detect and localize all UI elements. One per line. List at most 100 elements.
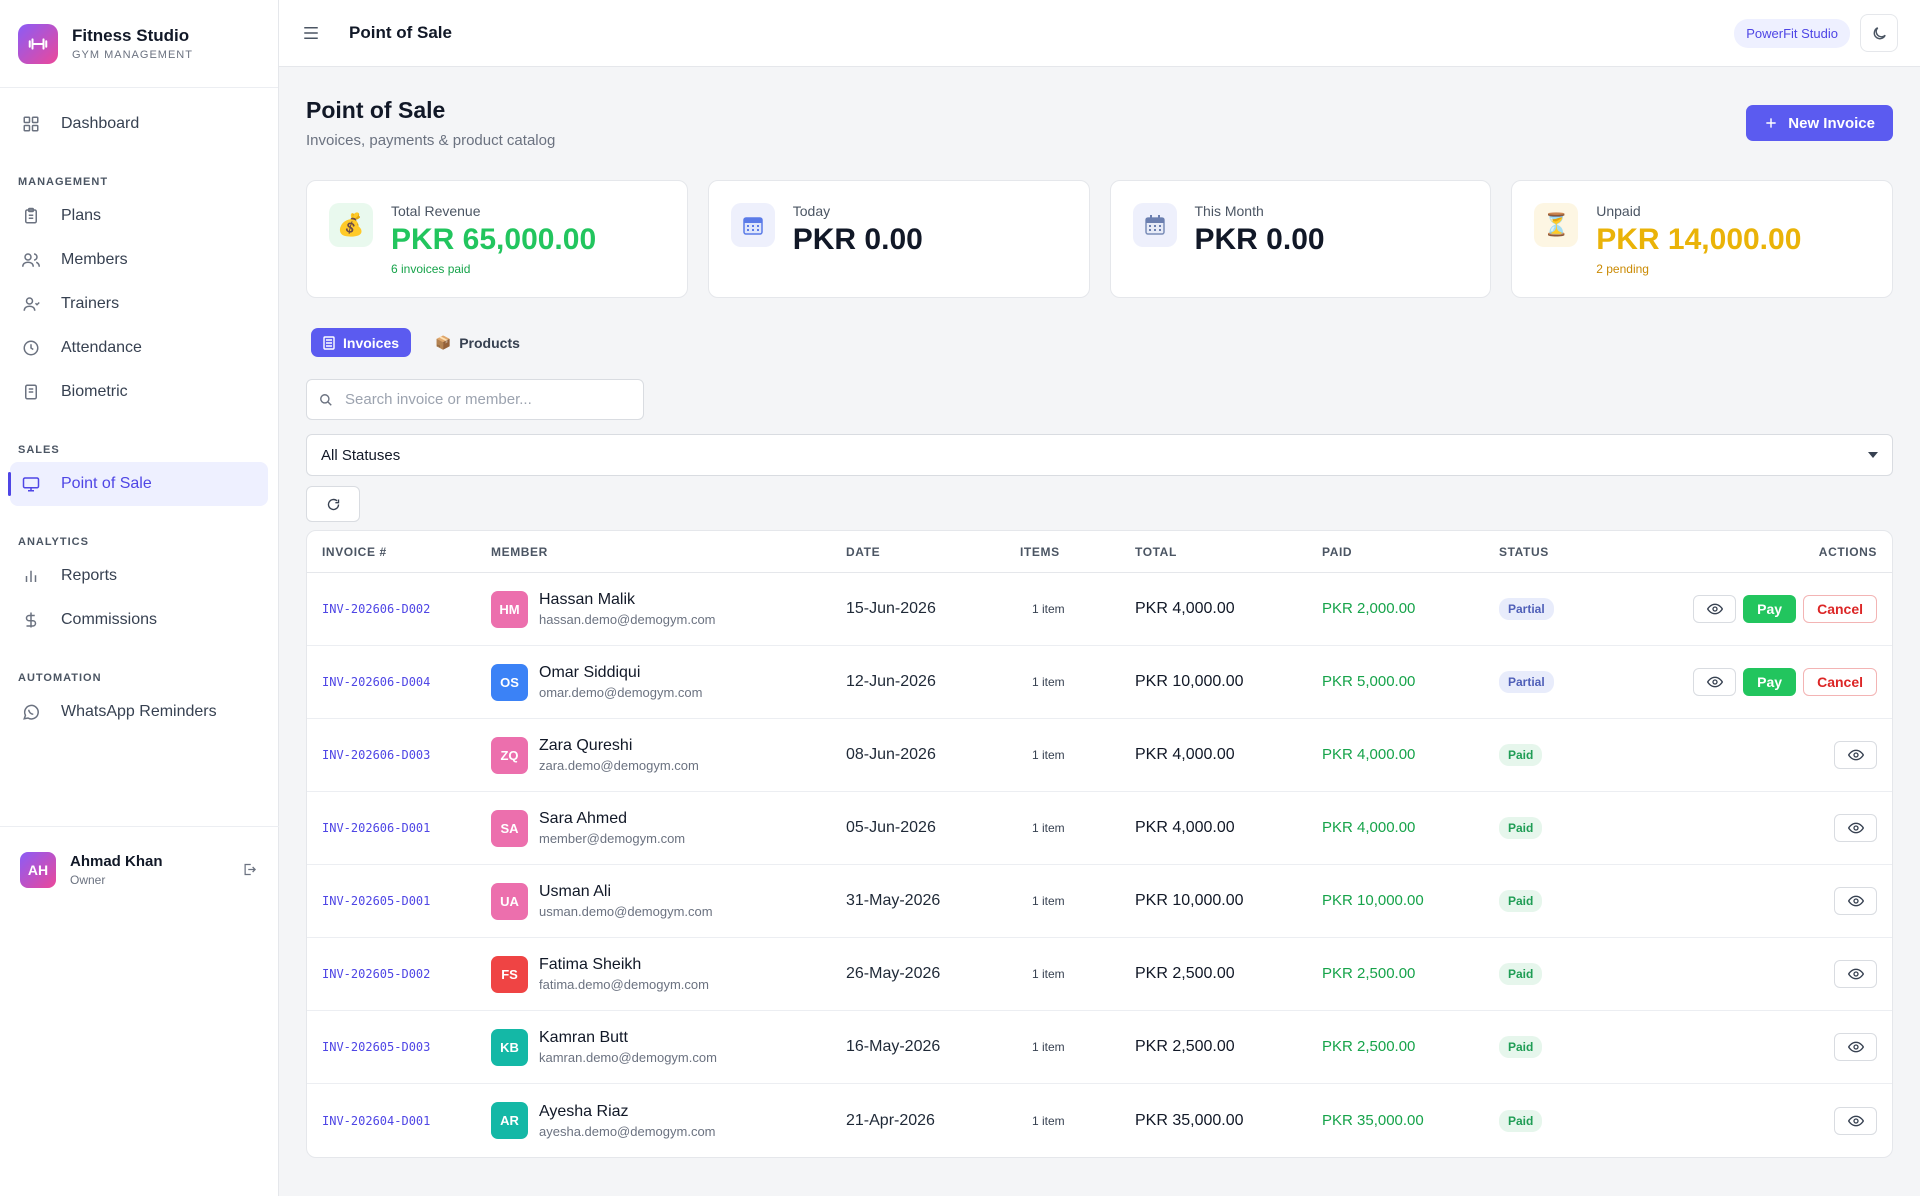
search-icon (319, 393, 333, 407)
sidebar-item-trainers[interactable]: Trainers (10, 282, 268, 326)
calendar-month-icon (1132, 203, 1177, 247)
invoice-total: PKR 4,000.00 (1135, 746, 1235, 763)
col-member: MEMBER (491, 544, 548, 559)
stat-note: 6 invoices paid (391, 262, 471, 276)
invoice-paid: PKR 2,500.00 (1322, 1038, 1416, 1055)
sidebar-item-attendance[interactable]: Attendance (10, 326, 268, 370)
user-profile[interactable]: AH Ahmad Khan Owner (0, 826, 279, 912)
search-input[interactable] (345, 391, 625, 408)
stat-label: Today (792, 203, 831, 219)
brand-subtitle: GYM MANAGEMENT (72, 49, 193, 61)
invoice-items: 1 item (1032, 1040, 1065, 1054)
view-button[interactable] (1834, 1033, 1877, 1061)
sidebar-item-pos[interactable]: Point of Sale (8, 462, 268, 506)
invoice-items: 1 item (1032, 602, 1065, 616)
menu-icon[interactable] (301, 23, 321, 43)
brand[interactable]: Fitness Studio GYM MANAGEMENT (0, 0, 278, 88)
invoice-paid: PKR 10,000.00 (1322, 892, 1424, 909)
view-button[interactable] (1693, 668, 1737, 696)
member-email: fatima.demo@demogym.com (539, 977, 709, 992)
invoice-link[interactable]: INV-202606-D003 (322, 748, 430, 762)
member-name: Hassan Malik (539, 591, 636, 608)
invoices-table: INVOICE # MEMBER DATE ITEMS TOTAL PAID S… (306, 530, 1893, 1158)
pay-button[interactable]: Pay (1743, 668, 1797, 696)
moon-icon (1871, 25, 1888, 42)
invoice-link[interactable]: INV-202605-D002 (322, 967, 430, 981)
member-avatar: OS (491, 663, 528, 701)
stat-note: 2 pending (1596, 262, 1649, 276)
sidebar-item-plans[interactable]: Plans (10, 194, 268, 238)
tab-invoices[interactable]: Invoices (311, 328, 412, 357)
eye-icon (1847, 822, 1864, 834)
cancel-button[interactable]: Cancel (1803, 595, 1877, 623)
col-actions: ACTIONS (1818, 544, 1877, 559)
sidebar-item-reports[interactable]: Reports (10, 554, 268, 598)
table-header: INVOICE # MEMBER DATE ITEMS TOTAL PAID S… (307, 531, 1892, 573)
plus-icon (1764, 116, 1778, 130)
refresh-icon (326, 497, 341, 512)
calendar-icon (730, 203, 775, 247)
invoice-date: 12-Jun-2026 (846, 673, 936, 690)
status-badge: Paid (1499, 1036, 1543, 1058)
eye-icon (1706, 676, 1723, 688)
main-content: Point of Sale Invoices, payments & produ… (306, 67, 1893, 1158)
dark-mode-toggle[interactable] (1860, 14, 1898, 52)
invoice-link[interactable]: INV-202605-D001 (322, 894, 430, 908)
invoice-paid: PKR 2,000.00 (1322, 600, 1416, 617)
view-button[interactable] (1834, 960, 1877, 988)
invoice-date: 08-Jun-2026 (846, 746, 936, 763)
invoice-link[interactable]: INV-202604-D001 (322, 1114, 430, 1128)
invoice-link[interactable]: INV-202605-D003 (322, 1040, 430, 1054)
new-invoice-label: New Invoice (1788, 114, 1875, 132)
invoice-paid: PKR 4,000.00 (1322, 746, 1416, 763)
member-avatar: HM (491, 590, 528, 628)
invoice-link[interactable]: INV-202606-D004 (322, 675, 430, 689)
stats-row: 💰 Total Revenue PKR 65,000.00 6 invoices… (306, 180, 1893, 298)
view-button[interactable] (1834, 814, 1877, 842)
invoice-items: 1 item (1032, 821, 1065, 835)
table-row: INV-202605-D002 FS Fatima Sheikh fatima.dem… (307, 938, 1892, 1011)
section-analytics: ANALYTICS (18, 536, 89, 548)
page-title: Point of Sale (306, 97, 446, 123)
col-items: ITEMS (1020, 544, 1060, 559)
sidebar-item-members[interactable]: Members (10, 238, 268, 282)
eye-icon (1847, 895, 1864, 907)
stat-today: Today PKR 0.00 (707, 180, 1090, 298)
invoice-link[interactable]: INV-202606-D001 (322, 821, 430, 835)
stat-label: This Month (1194, 203, 1264, 219)
invoice-paid: PKR 4,000.00 (1322, 819, 1416, 836)
sidebar-item-label: Members (61, 251, 128, 268)
sidebar-item-commissions[interactable]: Commissions (10, 598, 268, 642)
sidebar-item-label: Plans (61, 207, 102, 224)
eye-icon (1847, 1041, 1864, 1053)
sidebar-item-biometric[interactable]: Biometric (10, 370, 268, 414)
member-email: zara.demo@demogym.com (539, 758, 699, 773)
status-badge: Paid (1499, 890, 1543, 912)
member-name: Kamran Butt (539, 1029, 628, 1046)
invoice-date: 21-Apr-2026 (846, 1111, 935, 1129)
tabs: Invoices 📦 Products (306, 328, 1893, 357)
sidebar-item-dashboard[interactable]: Dashboard (10, 102, 268, 146)
view-button[interactable] (1834, 741, 1877, 769)
view-button[interactable] (1834, 1106, 1877, 1135)
status-badge: Paid (1499, 817, 1543, 839)
cancel-button[interactable]: Cancel (1803, 668, 1877, 696)
stat-value: PKR 0.00 (792, 223, 923, 256)
invoice-link[interactable]: INV-202606-D002 (322, 602, 430, 616)
tab-products[interactable]: 📦 Products (423, 328, 532, 357)
eye-icon (1847, 749, 1864, 761)
invoice-paid: PKR 5,000.00 (1322, 673, 1416, 690)
logout-icon[interactable] (239, 860, 259, 880)
sidebar-item-whatsapp[interactable]: WhatsApp Reminders (10, 690, 268, 734)
view-button[interactable] (1834, 887, 1877, 915)
view-button[interactable] (1693, 595, 1737, 623)
invoice-date: 31-May-2026 (846, 892, 941, 909)
status-filter-select[interactable]: All Statuses (306, 434, 1893, 476)
table-body: INV-202606-D002 HM Hassan Malik hassan.demo… (307, 573, 1892, 1157)
refresh-button[interactable] (306, 486, 360, 522)
status-filter-value: All Statuses (321, 446, 401, 464)
pay-button[interactable]: Pay (1743, 595, 1797, 623)
studio-badge[interactable]: PowerFit Studio (1734, 18, 1850, 48)
table-row: INV-202606-D002 HM Hassan Malik hassan.demo… (307, 573, 1892, 646)
new-invoice-button[interactable]: New Invoice (1746, 105, 1893, 141)
